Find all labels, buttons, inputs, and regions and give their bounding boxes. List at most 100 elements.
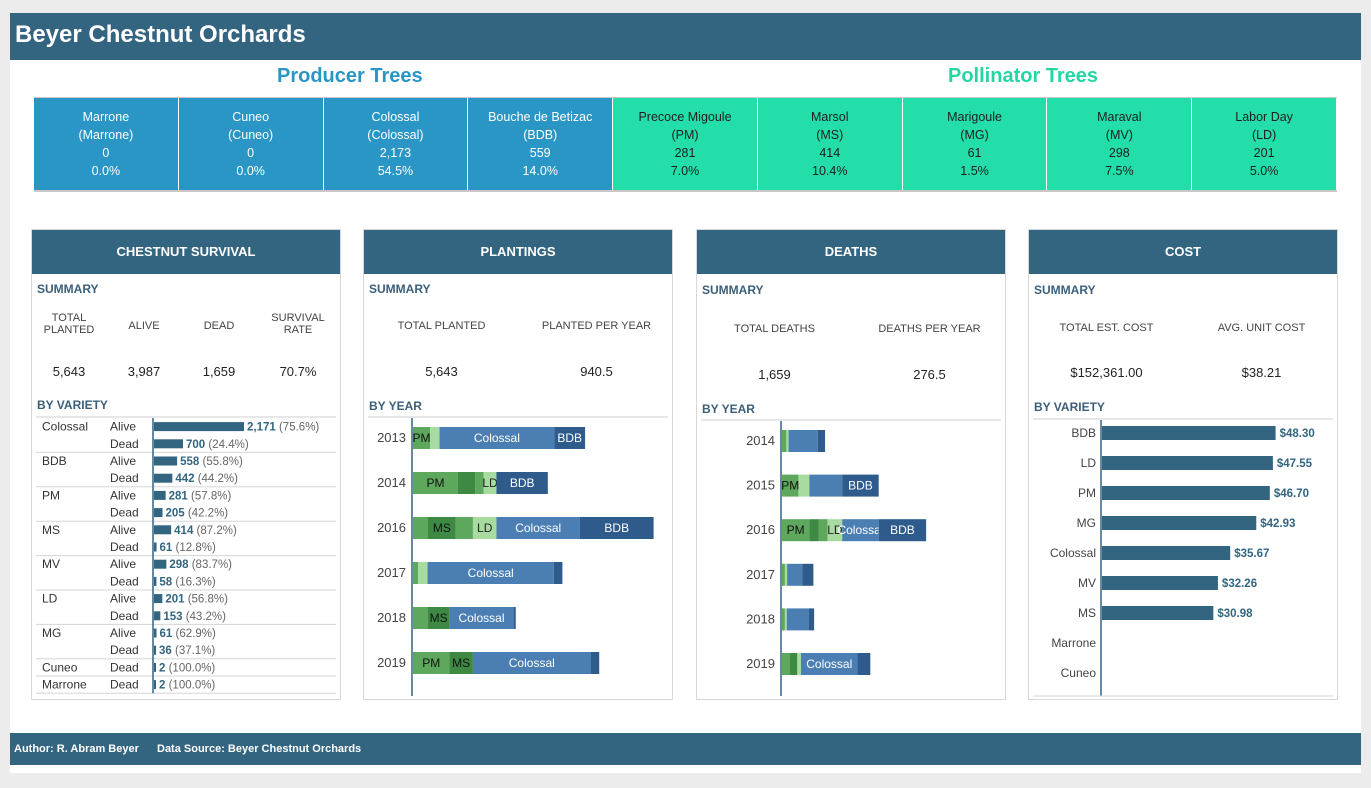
deaths-segment-unlabeled [782, 563, 785, 586]
kpi-code: (LD) [1251, 128, 1277, 142]
deaths-year-label: 2016 [746, 522, 775, 537]
survival-data-label: 298 (83.7%) [169, 559, 232, 571]
pollinator-trees-title: Pollinator Trees [948, 65, 1099, 87]
survival-bar [154, 525, 172, 535]
plantings-year-label: 2016 [377, 520, 406, 535]
deaths-segment-label: PM [787, 523, 805, 537]
survival-rate-label: SURVIVAL RATE [271, 312, 325, 336]
deaths-segment-unlabeled [786, 608, 809, 631]
deaths-segment-unlabeled [790, 653, 798, 675]
kpi-name: Labor Day [1235, 110, 1293, 124]
survival-bar [154, 473, 173, 483]
footer-bar: Author: R. Abram Beyer Data Source: Beye… [10, 733, 1361, 765]
cost-bar [1102, 576, 1218, 590]
survival-bar [154, 542, 157, 552]
deaths-segment-label: PM [781, 479, 799, 493]
plantings-panel-title: PLANTINGS [364, 230, 672, 274]
plantings-year-label: 2018 [377, 610, 406, 625]
kpi-tile-cuneo: Cuneo (Cuneo) 0 0.0% [178, 98, 324, 190]
survival-status-label: Alive [110, 592, 136, 606]
kpi-pct: 14.0% [522, 164, 558, 178]
survival-panel-title: CHESTNUT SURVIVAL [32, 230, 340, 274]
cost-data-label: $30.98 [1217, 608, 1253, 620]
deaths-segment-unlabeled [809, 474, 843, 497]
kpi-tile-ld: Labor Day (LD) 201 5.0% [1192, 98, 1337, 190]
survival-rate-value: 70.7% [279, 364, 317, 379]
survival-by-variety-chart: Colossal Alive 2,171 (75.6%) Dead 700 (24.4%… [36, 416, 336, 694]
cost-by-variety-label: BY VARIETY [1034, 400, 1105, 414]
survival-data-label: 414 (87.2%) [174, 525, 237, 537]
cost-panel: COST SUMMARY TOTAL EST. COST AVG. UNIT C… [1028, 229, 1338, 700]
survival-variety-label: Marrone [42, 678, 87, 692]
cost-variety-label: Colossal [1050, 546, 1096, 560]
survival-data-label: 558 (55.8%) [180, 456, 243, 468]
survival-data-label: 153 (43.2%) [163, 611, 226, 623]
deaths-panel: DEATHS SUMMARY TOTAL DEATHS DEATHS PER Y… [696, 229, 1006, 700]
cost-variety-label: Cuneo [1061, 666, 1097, 680]
kpi-tile-ms: Marsol (MS) 414 10.4% [757, 98, 903, 190]
dashboard: Beyer Chestnut Orchards Producer Trees P… [10, 13, 1361, 773]
survival-status-label: Alive [110, 557, 136, 571]
deaths-year-label: 2014 [746, 433, 775, 448]
survival-value: 205 [165, 508, 185, 520]
survival-pct: (100.0%) [165, 662, 215, 674]
plantings-per-year-value: 940.5 [580, 364, 613, 379]
deaths-segment-label: BDB [848, 479, 873, 493]
deaths-segment-unlabeled [784, 608, 787, 631]
kpi-code: (PM) [671, 128, 699, 142]
survival-alive-label: ALIVE [128, 320, 160, 332]
survival-bar [154, 490, 166, 500]
cost-bar [1102, 546, 1231, 560]
plantings-segment-label: PM [426, 476, 444, 490]
survival-value: 201 [165, 594, 185, 606]
deaths-total-value: 1,659 [758, 367, 791, 382]
cost-avg-value: $38.21 [1241, 365, 1282, 380]
kpi-pct: 0.0% [236, 164, 265, 178]
plantings-segment-label: BDB [604, 521, 629, 535]
kpi-name: Marrone [82, 110, 130, 124]
survival-value: 700 [186, 439, 205, 451]
survival-value: 442 [175, 473, 194, 485]
survival-pct: (16.3%) [172, 576, 216, 588]
plantings-segment-unlabeled [553, 562, 563, 584]
survival-status-label: Dead [110, 506, 139, 520]
plantings-per-year-label: PLANTED PER YEAR [541, 320, 652, 332]
plantings-segment-label: BDB [557, 431, 582, 445]
survival-value: 61 [160, 628, 173, 640]
kpi-tile-mv: Maraval (MV) 298 7.5% [1047, 98, 1193, 190]
cost-total-value: $152,361.00 [1070, 365, 1143, 380]
plantings-year-label: 2017 [377, 565, 406, 580]
survival-pct: (56.8%) [185, 594, 229, 606]
plantings-segment-label: Colossal [468, 566, 514, 580]
survival-data-label: 58 (16.3%) [159, 576, 215, 588]
kpi-count: 201 [1253, 146, 1275, 160]
plantings-total-value: 5,643 [425, 364, 458, 379]
survival-data-label: 2 (100.0%) [159, 680, 215, 692]
cost-summary-label: SUMMARY [1034, 283, 1096, 297]
survival-status-label: Dead [110, 678, 139, 692]
survival-variety-label: PM [42, 488, 60, 502]
cost-total-label: TOTAL EST. COST [1059, 322, 1154, 334]
kpi-code: (BDB) [523, 128, 558, 142]
survival-pct: (12.8%) [172, 542, 216, 554]
survival-status-label: Dead [110, 437, 139, 451]
cost-data-label: $48.30 [1280, 428, 1315, 440]
kpi-code: (Colossal) [367, 128, 424, 142]
kpi-count: 0 [102, 146, 110, 160]
survival-bar [154, 576, 157, 586]
deaths-segment-unlabeled [782, 430, 787, 452]
plantings-segment-label: Colossal [509, 656, 555, 670]
footer-data-source: Data Source: Beyer Chestnut Orchards [157, 743, 362, 755]
survival-value: 61 [160, 542, 173, 554]
survival-panel: CHESTNUT SURVIVAL SUMMARY TOTAL PLANTED … [31, 229, 341, 700]
kpi-tile-marrone: Marrone (Marrone) 0 0.0% [34, 98, 179, 190]
survival-value: 281 [169, 490, 189, 502]
survival-pct: (57.8%) [188, 490, 232, 502]
cost-by-variety-chart: BDB $48.30 LD $47.55 PM $46.70 MG $42.93 Colossa… [1033, 418, 1333, 697]
deaths-by-year-chart: 20142015 PM BDB2016 PM LDColossal BDB20172018… [701, 419, 1001, 696]
plantings-segment-label: LD [482, 476, 498, 490]
kpi-code: (MG) [960, 128, 989, 142]
survival-bar [154, 611, 161, 621]
survival-bar [154, 680, 156, 690]
deaths-segment-unlabeled [802, 563, 814, 586]
